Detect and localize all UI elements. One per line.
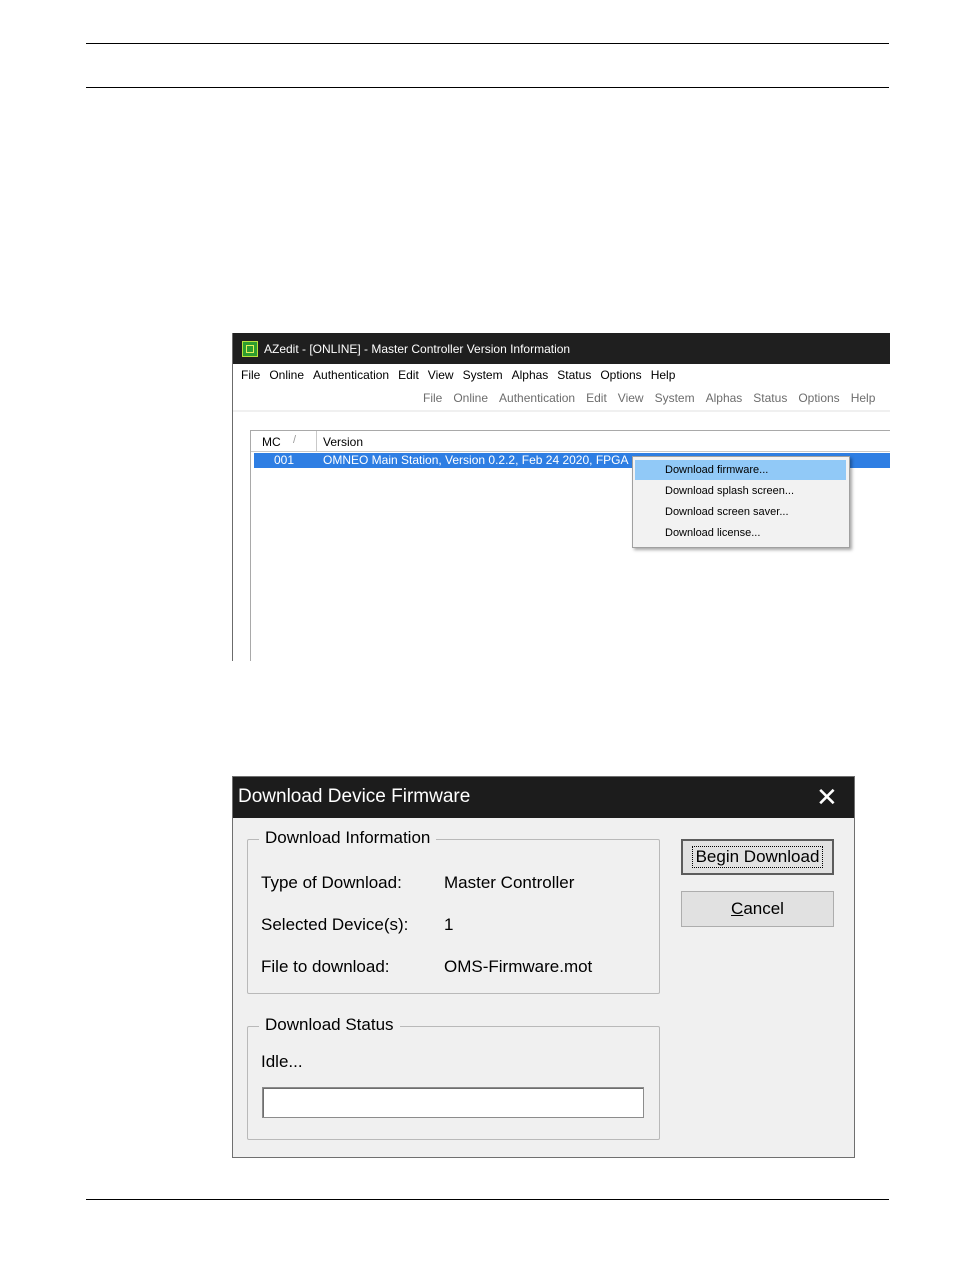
cancel-button[interactable]: Cancel [681, 891, 834, 927]
child-menu-edit[interactable]: Edit [586, 391, 607, 405]
child-menu-status[interactable]: Status [753, 391, 787, 405]
cancel-label: Cancel [731, 899, 784, 918]
dialog-title: Download Device Firmware [238, 786, 471, 807]
menu-options[interactable]: Options [600, 368, 641, 382]
sort-indicator-icon: / [293, 434, 297, 446]
child-menu-alphas[interactable]: Alphas [706, 391, 743, 405]
footer-rule [86, 1199, 889, 1200]
child-menu-system[interactable]: System [655, 391, 695, 405]
dialog-titlebar: Download Device Firmware ✕ [233, 777, 854, 818]
child-menu-help[interactable]: Help [851, 391, 876, 405]
menu-authentication[interactable]: Authentication [313, 368, 389, 382]
child-menu-view[interactable]: View [618, 391, 644, 405]
download-information-group: Download Information Type of Download: M… [247, 828, 660, 994]
selected-devices-value: 1 [444, 915, 454, 934]
azedit-menubar: File Online Authentication Edit View Sys… [233, 364, 890, 386]
header-rule-top [86, 43, 889, 44]
menu-online[interactable]: Online [269, 368, 304, 382]
menu-file[interactable]: File [241, 368, 260, 382]
row-mc: 001 [274, 453, 295, 467]
file-to-download-label: File to download: [261, 957, 390, 976]
child-menu-file[interactable]: File [423, 391, 442, 405]
menu-edit[interactable]: Edit [398, 368, 419, 382]
menu-status[interactable]: Status [557, 368, 591, 382]
column-header-version[interactable]: Version [323, 435, 363, 449]
download-status-text: Idle... [261, 1052, 303, 1071]
azedit-app-icon [242, 340, 258, 357]
type-of-download-label: Type of Download: [261, 873, 402, 892]
azedit-child-menubar: File Online Authentication Edit View Sys… [415, 386, 890, 411]
begin-download-button[interactable]: Begin Download [681, 839, 834, 875]
download-firmware-dialog: Download Device Firmware ✕ Download Info… [232, 776, 855, 1158]
menu-item-download-screen-saver[interactable]: Download screen saver... [635, 502, 846, 522]
list-header: MC / Version [251, 431, 890, 452]
child-menu-authentication[interactable]: Authentication [499, 391, 575, 405]
menu-item-download-splash-screen[interactable]: Download splash screen... [635, 481, 846, 501]
menu-view[interactable]: View [428, 368, 454, 382]
header-rule-bottom [86, 87, 889, 88]
menu-item-download-license[interactable]: Download license... [635, 523, 846, 543]
file-to-download-value: OMS-Firmware.mot [444, 957, 593, 976]
azedit-title-text: AZedit - [ONLINE] - Master Controller Ve… [264, 341, 571, 356]
context-menu: Download firmware... Download splash scr… [632, 456, 850, 548]
column-header-mc[interactable]: MC [262, 435, 281, 449]
row-version: OMNEO Main Station, Version 0.2.2, Feb 2… [323, 453, 629, 467]
menubar-divider [233, 410, 890, 412]
child-menu-online[interactable]: Online [453, 391, 488, 405]
child-menu-options[interactable]: Options [798, 391, 839, 405]
download-progress-bar [262, 1087, 644, 1118]
type-of-download-value: Master Controller [444, 873, 575, 892]
download-status-legend: Download Status [259, 1015, 400, 1035]
menu-alphas[interactable]: Alphas [512, 368, 549, 382]
menu-help[interactable]: Help [651, 368, 676, 382]
close-icon[interactable]: ✕ [816, 783, 838, 811]
download-information-legend: Download Information [259, 828, 437, 848]
selected-devices-label: Selected Device(s): [261, 915, 409, 934]
begin-download-label: Begin Download [691, 846, 824, 868]
column-divider[interactable] [316, 431, 317, 451]
menu-item-download-firmware[interactable]: Download firmware... [635, 460, 846, 480]
azedit-titlebar: AZedit - [ONLINE] - Master Controller Ve… [233, 333, 890, 364]
download-status-group: Download Status Idle... [247, 1015, 660, 1140]
menu-system[interactable]: System [463, 368, 503, 382]
